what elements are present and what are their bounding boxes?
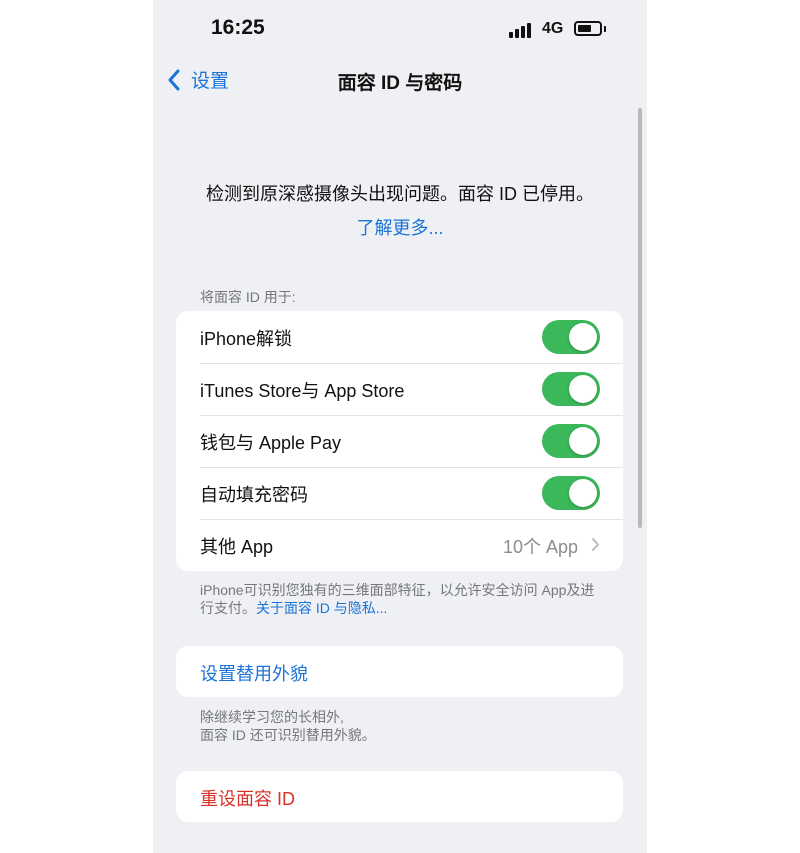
privacy-link[interactable]: 关于面容 ID 与隐私... (256, 600, 387, 616)
row-wallet-apple-pay: 钱包与 Apple Pay (176, 415, 623, 467)
camera-warning-text: 检测到原深感摄像头出现问题。面容 ID 已停用。 (206, 184, 594, 204)
network-type: 4G (542, 20, 564, 37)
set-up-alternate-appearance-button[interactable]: 设置替用外貌 (200, 660, 308, 686)
itunes-app-store-toggle[interactable] (542, 372, 600, 406)
settings-screen: 16:25 4G 设置 面容 ID 与密码 检测到原深感摄像头出现问题。面容 I… (153, 0, 647, 853)
status-bar: 16:25 4G (153, 0, 647, 58)
alternate-appearance-group: 设置替用外貌 (176, 646, 623, 697)
learn-more-link[interactable]: 了解更多... (153, 214, 647, 240)
row-itunes-app-store: iTunes Store与 App Store (176, 363, 623, 415)
footnote-line: 面容 ID 还可识别替用外貌。 (200, 727, 376, 743)
scrollbar[interactable] (638, 108, 642, 528)
iphone-unlock-toggle[interactable] (542, 320, 600, 354)
battery-icon (574, 21, 602, 36)
row-autofill-passwords: 自动填充密码 (176, 467, 623, 519)
status-time: 16:25 (211, 16, 265, 39)
autofill-passwords-toggle[interactable] (542, 476, 600, 510)
section-header: 将面容 ID 用于: (200, 289, 296, 305)
row-label: 钱包与 Apple Pay (200, 433, 342, 453)
alternate-appearance-footnote: 除继续学习您的长相外, 面容 ID 还可识别替用外貌。 (200, 708, 600, 744)
footnote-line: 除继续学习您的长相外, (200, 709, 344, 725)
chevron-right-icon (592, 538, 599, 551)
reset-group: 重设面容 ID (176, 771, 623, 822)
row-label: 自动填充密码 (200, 485, 308, 505)
row-label: 其他 App (200, 537, 274, 557)
navigation-bar: 设置 面容 ID 与密码 (153, 58, 647, 102)
page-title: 面容 ID 与密码 (337, 73, 463, 94)
wallet-apple-pay-toggle[interactable] (542, 424, 600, 458)
face-id-usage-list: iPhone解锁 iTunes Store与 App Store 钱包与 App… (176, 311, 623, 571)
row-label: iPhone解锁 (200, 329, 293, 349)
cellular-signal-icon (509, 22, 535, 38)
privacy-footnote: iPhone可识别您独有的三维面部特征，以允许安全访问 App及进行支付。关于面… (200, 581, 600, 617)
row-iphone-unlock: iPhone解锁 (176, 311, 623, 363)
other-apps-count: 10个 App (502, 537, 578, 557)
row-other-apps[interactable]: 其他 App 10个 App (176, 519, 623, 571)
row-label: iTunes Store与 App Store (200, 381, 405, 401)
reset-face-id-button[interactable]: 重设面容 ID (200, 785, 295, 811)
battery-tip (604, 26, 606, 32)
